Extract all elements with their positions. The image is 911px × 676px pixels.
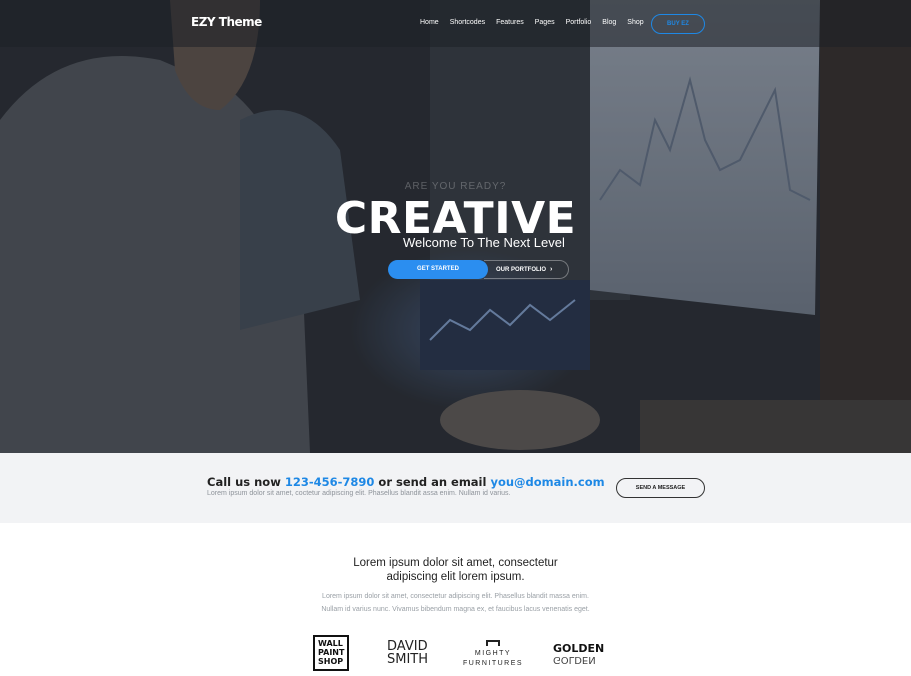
hero-section: EZY Theme Home Shortcodes Features Pages…: [0, 0, 911, 453]
wall-logo-line1: WALL: [318, 639, 343, 648]
top-navbar: EZY Theme Home Shortcodes Features Pages…: [0, 0, 911, 47]
call-description: Lorem ipsum dolor sit amet, coctetur adi…: [207, 490, 511, 497]
site-logo[interactable]: EZY Theme: [191, 15, 262, 29]
phone-link[interactable]: 123-456-7890: [285, 475, 375, 489]
nav-item-home[interactable]: Home: [420, 19, 439, 26]
nav-item-blog[interactable]: Blog: [602, 19, 616, 26]
call-to-action-bar: Call us now 123-456-7890 or send an emai…: [0, 453, 911, 523]
nav-item-features[interactable]: Features: [496, 19, 524, 26]
golden-logo-reflection: GOLDEN: [553, 654, 596, 665]
hero-tagline: Welcome To The Next Level: [403, 235, 565, 250]
call-middle: or send an email: [374, 475, 491, 489]
main-nav: Home Shortcodes Features Pages Portfolio…: [420, 19, 644, 26]
wall-logo-line3: SHOP: [318, 657, 344, 666]
table-icon: [486, 640, 500, 646]
send-message-button[interactable]: SEND A MESSAGE: [616, 478, 705, 498]
email-link[interactable]: you@domain.com: [490, 475, 604, 489]
david-logo-line2: SMITH: [387, 652, 429, 667]
nav-item-shop[interactable]: Shop: [627, 19, 643, 26]
hero-subtitle: ARE YOU READY?: [404, 181, 507, 192]
nav-item-pages[interactable]: Pages: [535, 19, 555, 26]
call-heading: Call us now 123-456-7890 or send an emai…: [207, 475, 605, 489]
mighty-logo-line2: FURNITURES: [462, 660, 524, 667]
client-logo-golden: GOLDEN GOLDEN: [553, 643, 604, 665]
intro-text-line1: Lorem ipsum dolor sit amet, consectetur …: [322, 593, 589, 600]
intro-heading-line2: adipiscing elit lorem ipsum.: [386, 571, 525, 583]
client-logo-mighty-furnitures: MIGHTY FURNITURES: [458, 640, 528, 669]
call-prefix: Call us now: [207, 475, 285, 489]
golden-logo-text: GOLDEN: [553, 642, 605, 655]
buy-button[interactable]: BUY EZ: [651, 14, 705, 34]
chevron-right-icon: ›: [550, 266, 553, 273]
client-logo-wall-paint-shop: WALL PAINT SHOP: [313, 635, 349, 671]
intro-heading: Lorem ipsum dolor sit amet, consectetur …: [0, 556, 911, 584]
wall-logo-line2: PAINT: [318, 648, 345, 657]
client-logo-david-smith: DAVID SMITH: [387, 640, 428, 666]
get-started-button[interactable]: GET STARTED: [388, 260, 488, 279]
mighty-logo-line1: MIGHTY: [474, 650, 512, 657]
our-portfolio-button[interactable]: OUR PORTFOLIO ›: [484, 260, 569, 279]
intro-heading-line1: Lorem ipsum dolor sit amet, consectetur: [353, 557, 558, 569]
nav-item-portfolio[interactable]: Portfolio: [566, 19, 592, 26]
intro-paragraph: Lorem ipsum dolor sit amet, consectetur …: [0, 590, 911, 616]
nav-item-shortcodes[interactable]: Shortcodes: [450, 19, 485, 26]
our-portfolio-label: OUR PORTFOLIO: [496, 267, 546, 273]
intro-text-line2: Nullam id varius nunc. Vivamus bibendum …: [321, 606, 590, 613]
